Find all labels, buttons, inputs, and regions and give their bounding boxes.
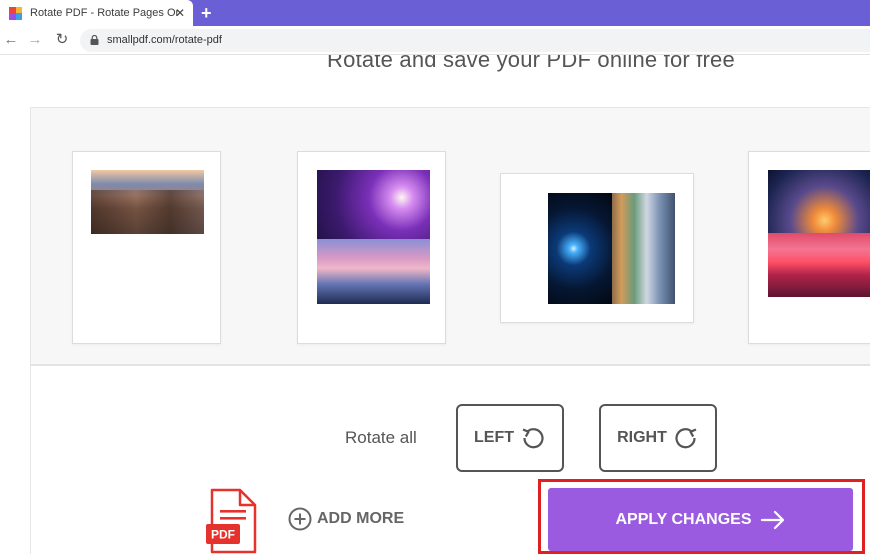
browser-tab[interactable]: Rotate PDF - Rotate Pages Online ✕ xyxy=(0,0,193,26)
rotate-left-label: LEFT xyxy=(474,429,514,446)
page-image-blue-light xyxy=(548,193,612,304)
tab-close-icon[interactable]: ✕ xyxy=(175,6,185,20)
plus-circle-icon xyxy=(288,507,312,531)
browser-tab-strip: Rotate PDF - Rotate Pages Online ✕ + xyxy=(0,0,870,26)
page-image-purple-sky xyxy=(317,170,430,239)
url-text: smallpdf.com/rotate-pdf xyxy=(107,34,222,46)
rotate-ccw-icon xyxy=(522,428,544,449)
new-tab-icon[interactable]: + xyxy=(201,3,212,23)
browser-toolbar: ← → ↻ smallpdf.com/rotate-pdf xyxy=(0,26,870,55)
rotate-right-label: RIGHT xyxy=(617,429,667,446)
add-more-button[interactable]: ADD MORE xyxy=(288,507,404,531)
page-image-canyon xyxy=(91,170,204,234)
page-thumbnail-4[interactable] xyxy=(748,151,870,344)
page-image-shore xyxy=(317,239,430,304)
rotate-right-button[interactable]: RIGHT xyxy=(599,404,717,472)
tab-title: Rotate PDF - Rotate Pages Online xyxy=(30,7,178,19)
address-bar[interactable]: smallpdf.com/rotate-pdf xyxy=(80,29,870,52)
page-thumbnail-2[interactable] xyxy=(297,151,446,344)
rotate-all-label: Rotate all xyxy=(345,428,417,447)
reload-icon[interactable]: ↻ xyxy=(54,32,70,48)
pdf-file-icon: PDF xyxy=(206,488,257,554)
apply-changes-label: APPLY CHANGES xyxy=(615,510,752,528)
add-more-label: ADD MORE xyxy=(317,510,405,527)
forward-arrow-icon[interactable]: → xyxy=(27,32,43,48)
lock-icon xyxy=(90,35,99,45)
section-divider xyxy=(30,364,870,366)
page-thumbnail-3[interactable] xyxy=(500,173,694,323)
rotate-left-button[interactable]: LEFT xyxy=(456,404,564,472)
page-thumbnail-1[interactable] xyxy=(72,151,221,344)
page-image-rocks xyxy=(612,193,675,304)
apply-changes-button[interactable]: APPLY CHANGES xyxy=(548,488,853,551)
pdf-badge-text: PDF xyxy=(211,528,235,542)
page-title: Rotate and save your PDF online for free xyxy=(327,55,735,72)
panel-border xyxy=(30,366,31,554)
page-image-red-sky xyxy=(768,233,870,297)
page-image-tree-sunset xyxy=(768,170,870,233)
arrow-right-icon xyxy=(760,510,784,529)
back-arrow-icon[interactable]: ← xyxy=(3,32,19,48)
rotate-cw-icon xyxy=(675,428,697,449)
heading-clip: Rotate and save your PDF online for free xyxy=(0,55,870,80)
smallpdf-favicon-icon xyxy=(9,6,22,20)
